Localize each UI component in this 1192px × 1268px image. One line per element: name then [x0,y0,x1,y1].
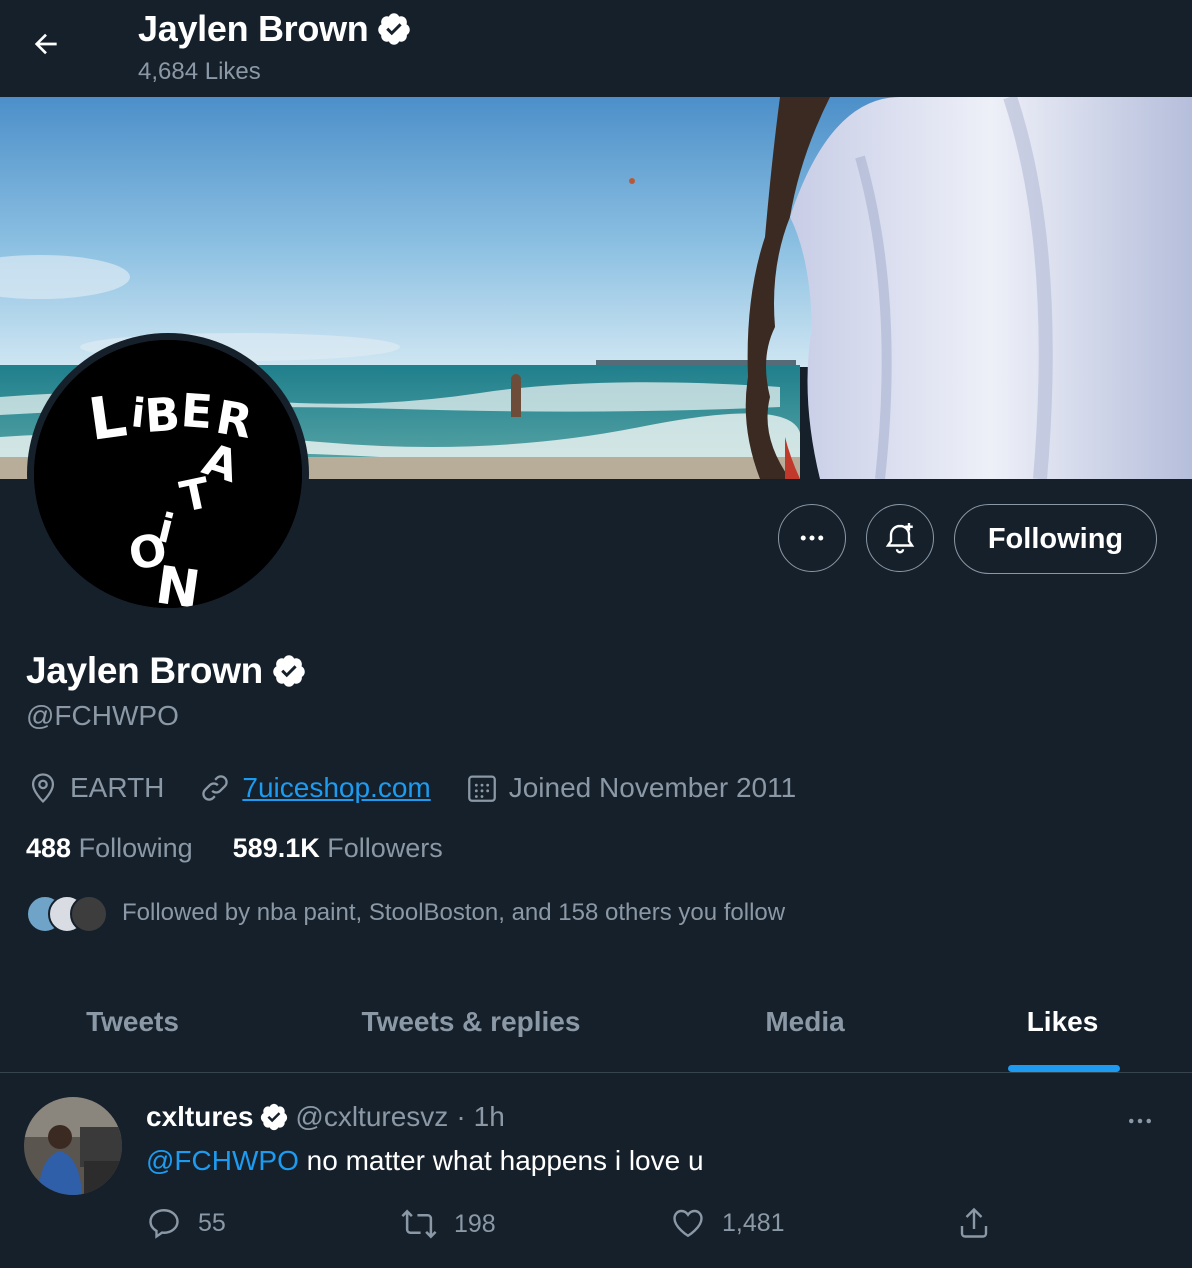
profile-handle: @FCHWPO [26,700,179,731]
location-icon [31,773,55,804]
followed-by-avatars [26,895,122,933]
avatar [70,895,108,933]
tweet-more-button[interactable] [1116,1103,1164,1139]
followed-by[interactable]: Followed by nba paint, StoolBoston, and … [26,893,785,933]
tweet-mention[interactable]: @FCHWPO [146,1145,299,1176]
verified-badge-icon [261,1103,288,1131]
top-bar: Jaylen Brown 4,684 Likes [0,0,1192,97]
svg-text:N: N [152,555,203,608]
followers-label: Followers [327,833,443,863]
back-button[interactable] [22,22,70,66]
more-icon [1129,1118,1151,1124]
profile-tabs: Tweets Tweets & replies Media Likes [0,972,1192,1073]
more-options-button[interactable] [778,504,846,572]
location-text: EARTH [70,772,165,803]
more-icon [800,535,824,541]
tweet-header: cxltures @cxlturesvz · 1h [146,1101,505,1133]
header-title: Jaylen Brown [138,8,412,50]
like-count: 1,481 [722,1208,785,1237]
join-date: Joined November 2011 [465,771,796,805]
following-count: 488 [26,833,72,863]
calendar-icon [467,775,496,802]
profile-meta: EARTH 7uiceshop.com Joined November 2011 [26,766,830,810]
heart-icon [673,1209,703,1238]
tweet-actions: 55 198 1,481 [146,1205,1006,1249]
retweet-icon [401,1209,437,1239]
tweet-separator: · [456,1101,466,1132]
tab-likes[interactable]: Likes [933,972,1192,1072]
like-button[interactable]: 1,481 [670,1205,785,1241]
profile-name: Jaylen Brown [26,650,307,692]
tweet-body: no matter what happens i love u [298,1145,704,1176]
location: EARTH [26,771,164,805]
tweet[interactable]: cxltures @cxlturesvz · 1h @FCHWPO no mat… [0,1073,1192,1268]
followers-stat[interactable]: 589.1K Followers [233,833,443,864]
website: 7uiceshop.com [198,771,431,805]
following-stat[interactable]: 488 Following [26,833,193,864]
verified-badge-icon [378,13,411,45]
share-icon [960,1207,988,1238]
tweet-author[interactable]: cxltures [146,1101,253,1133]
followed-by-text: Followed by nba paint, StoolBoston, and … [122,899,786,926]
reply-icon [149,1209,179,1239]
website-link[interactable]: 7uiceshop.com [242,772,430,804]
tab-likes-label: Likes [1026,1006,1099,1037]
link-icon [202,775,229,801]
followers-count: 589.1K [232,833,320,863]
tweet-text: @FCHWPO no matter what happens i love u [146,1145,704,1177]
tab-media[interactable]: Media [677,972,933,1072]
profile-name-text: Jaylen Brown [26,650,263,691]
svg-text:B: B [143,387,182,443]
bell-plus-icon [885,523,915,554]
following-label: Following [78,833,193,863]
tweet-handle[interactable]: @cxlturesvz [295,1101,448,1133]
share-button[interactable] [956,1205,992,1241]
verified-badge-icon [273,655,305,687]
reply-button[interactable]: 55 [146,1205,226,1241]
back-arrow-icon [34,33,57,55]
tweet-time[interactable]: 1h [474,1101,505,1133]
follow-stats: 488 Following 589.1K Followers [26,833,483,864]
tab-tweets-replies[interactable]: Tweets & replies [265,972,677,1072]
active-tab-indicator [1008,1065,1120,1072]
tweet-avatar[interactable] [24,1097,122,1195]
likes-count: 4,684 Likes [138,58,261,85]
avatar-image: L i B E R A T i O N [34,340,302,608]
notifications-button[interactable] [866,504,934,572]
join-date-text: Joined November 2011 [508,772,797,803]
reply-count: 55 [198,1208,226,1237]
retweet-button[interactable]: 198 [400,1205,496,1243]
retweet-count: 198 [454,1209,496,1238]
tab-tweets[interactable]: Tweets [0,972,265,1072]
profile-avatar[interactable]: L i B E R A T i O N [27,333,309,615]
header-name: Jaylen Brown [138,8,369,49]
following-button[interactable]: Following [954,504,1157,574]
svg-text:E: E [179,383,214,439]
